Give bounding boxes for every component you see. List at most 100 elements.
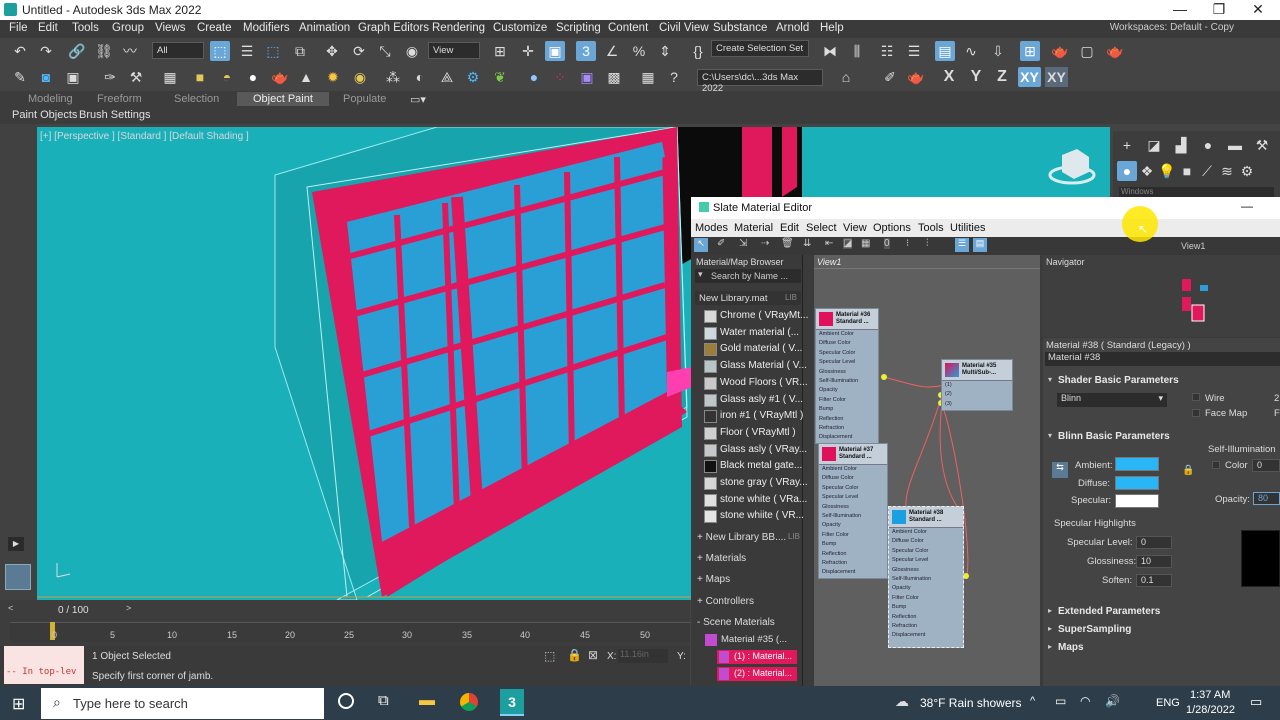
spinner-snap-icon[interactable]: ⇕ [655,41,675,61]
start-icon[interactable]: ⊞ [12,694,25,714]
node-slot[interactable]: Filter Color [816,396,878,405]
maps-rollout[interactable]: Maps [1058,642,1084,653]
maximize-button[interactable]: ❐ [1204,1,1234,18]
node-slot[interactable]: Self-Illumination [816,377,878,386]
keyboard-shortcut-override-icon[interactable]: ▣ [545,41,565,61]
motion-tab-icon[interactable]: ● [1198,135,1218,155]
blinn-basic-rollout[interactable]: Blinn Basic Parameters [1058,431,1170,442]
tools-icon[interactable]: ⚒ [126,67,146,87]
extended-params-rollout[interactable]: Extended Parameters [1058,606,1160,617]
library-item[interactable]: stone gray ( VRay... [693,475,808,492]
material-editor-icon[interactable]: ⊞ [1020,41,1040,61]
snap-axis-icon[interactable]: ✐ [880,67,900,87]
node-material-37[interactable]: Material #37 Standard ... Ambient Color D… [818,443,888,579]
node-slot[interactable]: Diffuse Color [889,537,963,546]
paint-icon[interactable]: ✎ [10,67,30,87]
slate-menu-tools[interactable]: Tools [918,222,944,234]
disc-icon[interactable]: ◉ [350,67,370,87]
node-slot[interactable]: Specular Color [816,349,878,358]
tab-populate[interactable]: Populate [343,93,386,105]
layer-explorer-icon[interactable]: ☰ [904,41,924,61]
helpers-icon[interactable]: ⟋ [1197,161,1217,181]
multisub-slot-2[interactable]: (2) [942,390,1012,399]
specular-level-value[interactable]: 0 [1136,536,1172,549]
menu-edit[interactable]: Edit [38,22,58,34]
edit-named-sets-icon[interactable]: {} [688,41,708,61]
node-slot[interactable]: Refraction [889,622,963,631]
ambient-color-swatch[interactable] [1115,457,1159,471]
library-item[interactable]: Glass asly #1 ( V... [693,392,803,409]
node-material-35[interactable]: Material #35 Multi/Sub-... (1) (2) (3) [941,359,1013,411]
menu-scripting[interactable]: Scripting [556,22,601,34]
lights-icon[interactable]: 💡 [1157,161,1177,181]
node-slot[interactable]: Reflection [819,550,887,559]
3dsmax-taskbar-icon[interactable]: 3 [500,689,524,716]
menu-views[interactable]: Views [155,22,185,34]
node-slot[interactable]: Ambient Color [819,465,887,474]
render-setup-icon[interactable]: 🫖 [1050,41,1070,61]
layout-all-icon[interactable]: ⫶ [926,238,929,249]
node-slot[interactable]: Glossiness [816,368,878,377]
slate-menu-utilities[interactable]: Utilities [950,222,985,234]
facemap-checkbox[interactable] [1192,409,1200,417]
slate-menu-select[interactable]: Select [806,222,837,234]
render-region-icon[interactable]: ▩ [604,67,624,87]
hide-unused-icon[interactable]: ⇤ [825,238,833,249]
section-new-library-bb[interactable]: + New Library BB.... [697,532,786,543]
menu-group[interactable]: Group [112,22,144,34]
teapot-icon[interactable]: 🫖 [270,67,290,87]
slate-menu-material[interactable]: Material [734,222,773,234]
scene-material-sub-2[interactable]: (2) : Material... [717,667,797,681]
axis-z-button[interactable]: Z [992,67,1012,87]
slate-menu-options[interactable]: Options [873,222,911,234]
isolate-selection-icon[interactable]: ⬚ [544,649,555,663]
sphere-icon[interactable]: ● [243,67,263,87]
delete-icon[interactable]: 🗑 [781,238,794,249]
chrome-icon[interactable] [460,693,478,711]
slate-title-bar[interactable]: Slate Material Editor — [691,197,1280,219]
menu-create[interactable]: Create [197,22,232,34]
angle-snap-icon[interactable]: ∠ [602,41,622,61]
opacity-value[interactable]: 80 [1253,492,1280,505]
axis-y-button[interactable]: Y [966,67,986,87]
multisub-slot-3[interactable]: (3) [942,400,1012,409]
weather-text[interactable]: 38°F Rain showers [920,696,1022,710]
rotate-icon[interactable]: ⟳ [349,41,369,61]
link-icon[interactable]: 🔗 [67,41,87,61]
menu-modifiers[interactable]: Modifiers [243,22,290,34]
multisub-slot-1[interactable]: (1) [942,381,1012,390]
menu-animation[interactable]: Animation [299,22,350,34]
rect-selection-icon[interactable]: ⬚ [263,41,283,61]
node-slot[interactable]: Specular Level [819,493,887,502]
notifications-icon[interactable]: ▭ [1250,694,1262,710]
modify-tab-icon[interactable]: ◪ [1144,135,1164,155]
library-item[interactable]: Water material (... [693,325,801,342]
frame-display[interactable]: 0 / 100 [58,605,89,616]
viewport-layout-icon[interactable] [5,564,31,590]
material-slot-icon[interactable]: ▣ [577,67,597,87]
sphere-blue-icon[interactable]: ● [524,67,544,87]
node-slot[interactable]: Opacity [816,386,878,395]
section-scene-materials[interactable]: - Scene Materials [697,617,775,628]
node-slot[interactable]: Displacement [819,568,887,577]
lock-icon[interactable]: 🔒 [567,648,582,662]
scene-tool-icon[interactable]: ▦ [160,67,180,87]
tab-modeling[interactable]: Modeling [28,93,73,105]
cortana-icon[interactable] [338,693,354,709]
node-slot[interactable]: Opacity [889,584,963,593]
tab-freeform[interactable]: Freeform [97,93,142,105]
node-slot[interactable]: Specular Level [816,358,878,367]
node-slot[interactable]: Diffuse Color [819,474,887,483]
rendered-frame-icon[interactable]: ▢ [1077,41,1097,61]
node-slot[interactable]: Specular Level [889,556,963,565]
menu-content[interactable]: Content [608,22,648,34]
library-item[interactable]: Glass asly ( VRay... [693,442,807,459]
node-slot[interactable]: Glossiness [819,503,887,512]
shader-type-dropdown[interactable]: Blinn ▾ [1057,393,1167,407]
library-item[interactable]: Chrome ( VRayMt... [693,308,808,325]
library-item[interactable]: Wood Floors ( VR... [693,375,808,392]
menu-arnold[interactable]: Arnold [776,22,809,34]
undo-icon[interactable]: ↶ [10,41,30,61]
browser-search-input[interactable]: Search by Name ... [695,269,801,283]
paint-objects-tab[interactable]: Paint Objects [12,109,77,121]
